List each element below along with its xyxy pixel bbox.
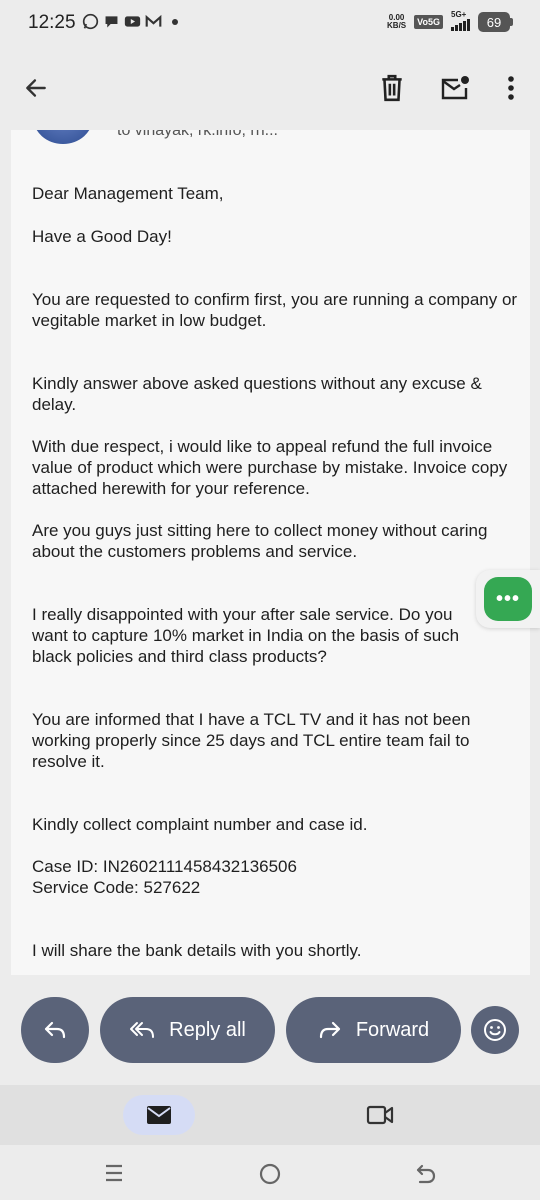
forward-icon	[319, 1021, 340, 1039]
reply-all-label: Reply all	[169, 1018, 246, 1041]
chat-icon	[103, 13, 120, 30]
paragraph: You are informed that I have a TCL TV an…	[32, 710, 471, 771]
reply-actions: Reply all Forward	[0, 975, 540, 1085]
trash-icon	[382, 74, 402, 102]
emoji-reaction-button[interactable]	[471, 1006, 519, 1054]
videocam-icon	[366, 1105, 394, 1125]
system-icons: 0.00 KB/S Vo5G 5G+ 69	[387, 10, 513, 32]
status-bar: 12:25 0.00 KB/S Vo5G 5G+ 69	[0, 0, 540, 46]
youtube-icon	[124, 13, 141, 30]
forward-label: Forward	[355, 1018, 430, 1041]
reply-all-button[interactable]: Reply all	[100, 997, 275, 1063]
delete-button[interactable]	[370, 66, 414, 110]
home-button[interactable]	[258, 1162, 282, 1191]
mark-unread-icon	[441, 76, 469, 100]
floating-bubble: •••	[476, 570, 540, 628]
case-id: Case ID: IN2602111458432136506	[32, 857, 297, 876]
reply-all-icon	[130, 1022, 155, 1038]
sender-avatar[interactable]	[33, 130, 93, 144]
gmail-icon	[145, 13, 162, 30]
recents-button[interactable]	[103, 1163, 125, 1188]
volte-badge: Vo5G	[414, 15, 443, 29]
network-speed: 0.00 KB/S	[387, 14, 406, 30]
speed-unit: KB/S	[387, 21, 407, 30]
nav-meet-tab[interactable]	[364, 1102, 396, 1128]
recents-icon	[106, 1164, 122, 1182]
paragraph: Kindly collect complaint number and case…	[32, 815, 368, 834]
recipients-line[interactable]: to vinayak, rk.info, rn...	[117, 130, 278, 140]
dot-icon	[166, 13, 183, 30]
status-time: 12:25	[28, 12, 76, 33]
top-app-bar	[0, 46, 540, 130]
notification-icons	[82, 13, 183, 30]
paragraph: You are requested to confirm first, you …	[32, 290, 518, 330]
more-vert-icon	[508, 76, 514, 100]
forward-button[interactable]: Forward	[286, 997, 461, 1063]
greeting: Dear Management Team,	[32, 184, 224, 203]
reply-button[interactable]	[21, 997, 89, 1063]
paragraph: Kindly answer above asked questions with…	[32, 374, 482, 414]
system-navigation-bar	[0, 1145, 540, 1200]
signal-icon: 5G+	[451, 10, 470, 31]
whatsapp-icon	[82, 13, 99, 30]
paragraph: With due respect, i would like to appeal…	[32, 437, 508, 498]
mark-unread-button[interactable]	[433, 66, 477, 110]
paragraph: I will share the bank details with you s…	[32, 941, 362, 960]
more-options-button[interactable]	[489, 66, 533, 110]
mail-icon	[147, 1106, 171, 1124]
reply-icon	[44, 1021, 66, 1039]
battery-level: 69	[486, 14, 502, 30]
bottom-navigation	[0, 1085, 540, 1145]
smiley-icon	[484, 1019, 506, 1041]
service-code: Service Code: 527622	[32, 878, 201, 897]
back-button[interactable]	[14, 66, 58, 110]
paragraph: Are you guys just sitting here to collec…	[32, 521, 488, 561]
back-nav-button[interactable]	[414, 1162, 438, 1191]
home-circle-icon	[259, 1163, 281, 1185]
paragraph: I really disappointed with your after sa…	[32, 605, 460, 666]
email-body-card: to vinayak, rk.info, rn... Dear Manageme…	[11, 130, 530, 975]
more-horiz-icon: •••	[495, 587, 520, 610]
nav-mail-tab[interactable]	[123, 1095, 195, 1135]
network-type: 5G+	[451, 10, 467, 19]
back-nav-icon	[416, 1164, 436, 1184]
paragraph: Have a Good Day!	[32, 227, 172, 246]
battery-icon: 69	[478, 12, 513, 32]
chat-bubble-button[interactable]: •••	[484, 577, 532, 621]
arrow-back-icon	[26, 79, 46, 97]
